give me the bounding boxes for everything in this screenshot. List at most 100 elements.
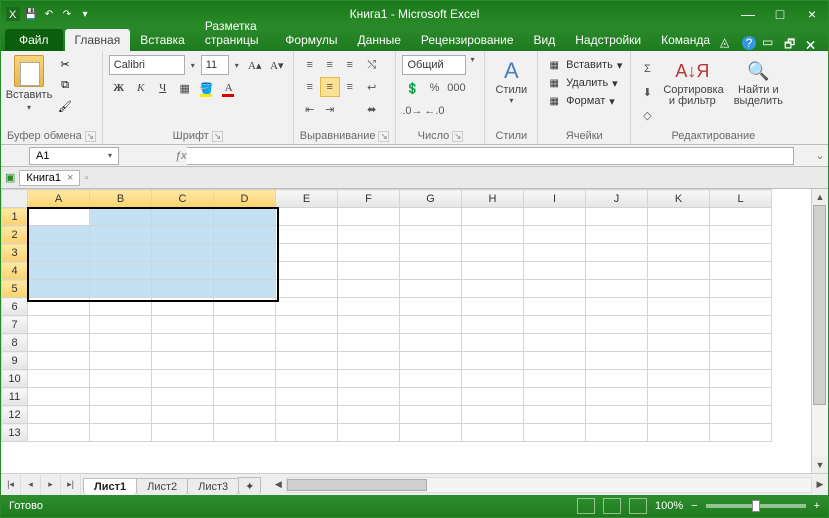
cut-icon[interactable]: ✂ [55,55,75,73]
decrease-decimal-icon[interactable]: ←.0 [424,101,444,121]
cell[interactable] [28,244,90,262]
align-middle-icon[interactable]: ≡ [320,55,340,75]
cell[interactable] [648,424,710,442]
cell[interactable] [90,262,152,280]
column-header[interactable]: L [710,190,772,208]
decrease-indent-icon[interactable]: ⇤ [300,99,320,119]
prev-sheet-icon[interactable]: ◂ [21,475,41,495]
formulas-tab[interactable]: Формулы [275,29,347,51]
layout-tab[interactable]: Разметка страницы [195,15,275,51]
cell[interactable] [28,334,90,352]
insert-tab[interactable]: Вставка [130,29,195,51]
cell[interactable] [338,298,400,316]
cell[interactable] [524,388,586,406]
cell[interactable] [214,316,276,334]
cell[interactable] [586,280,648,298]
currency-icon[interactable]: 💲 [402,78,422,98]
cell[interactable] [400,280,462,298]
last-sheet-icon[interactable]: ▸| [61,475,81,495]
cell[interactable] [276,226,338,244]
cell[interactable] [276,298,338,316]
cell[interactable] [462,424,524,442]
sheet-tab-3[interactable]: Лист3 [187,478,239,495]
delete-cells-button[interactable]: ▦Удалить ▾ [544,75,624,91]
cell[interactable] [90,352,152,370]
paste-button[interactable]: Вставить ▾ [7,53,51,115]
cell[interactable] [648,316,710,334]
grid[interactable]: ABCDEFGHIJKL12345678910111213 [1,189,811,473]
cell[interactable] [710,406,772,424]
increase-font-icon[interactable]: A▴ [245,55,265,75]
cell[interactable] [462,208,524,226]
cell[interactable] [338,334,400,352]
expand-formula-bar-icon[interactable]: ⌄ [812,149,828,162]
format-painter-icon[interactable]: 🖌 [55,97,75,115]
cell[interactable] [90,370,152,388]
cell[interactable] [710,388,772,406]
cell[interactable] [338,388,400,406]
close-button[interactable]: × [800,5,824,23]
align-bottom-icon[interactable]: ≡ [340,55,360,75]
cell[interactable] [28,316,90,334]
cell[interactable] [214,280,276,298]
cell[interactable] [276,334,338,352]
zoom-in-icon[interactable]: + [814,500,820,512]
cell[interactable] [710,334,772,352]
cell[interactable] [400,226,462,244]
cell[interactable] [152,406,214,424]
cell[interactable] [462,226,524,244]
cell[interactable] [276,370,338,388]
save-icon[interactable]: 💾 [23,6,39,22]
number-launcher[interactable]: ↘ [452,131,463,142]
cell[interactable] [90,406,152,424]
fill-icon[interactable]: ⬇ [637,82,657,102]
column-header[interactable]: C [152,190,214,208]
qat-dropdown-icon[interactable]: ▾ [77,6,93,22]
cell[interactable] [524,298,586,316]
cell[interactable] [276,424,338,442]
first-sheet-icon[interactable]: |◂ [1,475,21,495]
cell[interactable] [710,262,772,280]
cell[interactable] [462,316,524,334]
excel-icon[interactable]: X [5,6,21,22]
align-top-icon[interactable]: ≡ [300,55,320,75]
align-center-icon[interactable]: ≡ [320,77,340,97]
cell[interactable] [152,280,214,298]
maximize-button[interactable]: □ [768,5,792,23]
review-tab[interactable]: Рецензирование [411,29,524,51]
cell[interactable] [648,352,710,370]
cell[interactable] [648,226,710,244]
horizontal-thumb[interactable] [287,479,427,491]
orientation-icon[interactable]: ⤭ [362,55,382,75]
cell[interactable] [586,388,648,406]
redo-icon[interactable]: ↷ [59,6,75,22]
zoom-thumb[interactable] [752,500,760,512]
italic-button[interactable]: К [131,78,151,98]
insert-cells-button[interactable]: ▦Вставить ▾ [544,57,624,73]
formula-bar[interactable] [187,147,794,165]
cell[interactable] [648,208,710,226]
name-box[interactable]: A1▾ [29,147,119,165]
column-header[interactable]: I [524,190,586,208]
cell[interactable] [90,298,152,316]
fx-icon[interactable]: ƒx [175,150,187,162]
cell[interactable] [338,424,400,442]
column-header[interactable]: D [214,190,276,208]
cell[interactable] [710,226,772,244]
alignment-launcher[interactable]: ↘ [378,131,389,142]
cell[interactable] [276,262,338,280]
cell[interactable] [524,262,586,280]
cell[interactable] [400,298,462,316]
next-sheet-icon[interactable]: ▸ [41,475,61,495]
number-format-combo[interactable]: Общий [402,55,466,75]
cell[interactable] [338,352,400,370]
row-header[interactable]: 6 [2,298,28,316]
cell[interactable] [524,280,586,298]
undo-icon[interactable]: ↶ [41,6,57,22]
cell[interactable] [152,298,214,316]
cell[interactable] [276,316,338,334]
cell[interactable] [338,316,400,334]
cell[interactable] [586,424,648,442]
cell[interactable] [710,352,772,370]
data-tab[interactable]: Данные [348,29,411,51]
